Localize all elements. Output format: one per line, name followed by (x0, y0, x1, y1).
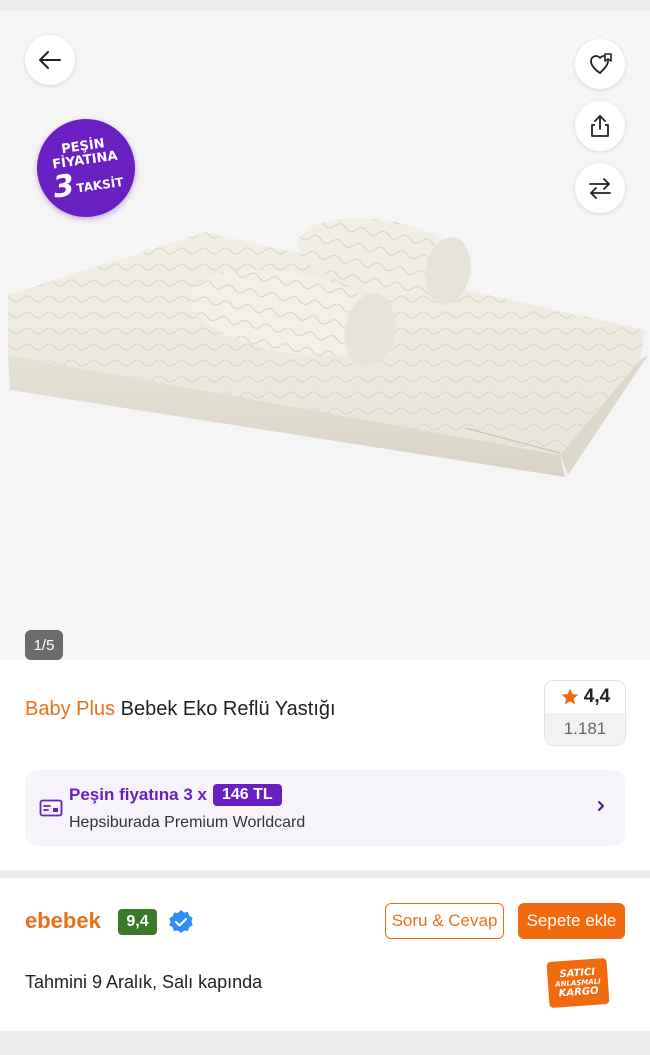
kargo-line3: KARGO (558, 985, 599, 999)
rating-score-row: 4,4 (545, 681, 625, 713)
credit-card-icon (39, 799, 63, 817)
badge-word: TAKSİT (75, 174, 125, 195)
share-icon (591, 115, 609, 137)
heart-bookmark-icon (590, 53, 612, 74)
product-gallery[interactable]: PEŞİN FİYATINA 3 TAKSİT 1/5 (0, 10, 650, 660)
product-name: Bebek Eko Reflü Yastığı (120, 698, 336, 720)
installment-prefix: Peşin fiyatına 3 x (69, 785, 207, 804)
seller-shipping-badge: SATICI ANLAŞMALI KARGO (546, 957, 610, 1009)
product-title: Baby Plus Bebek Eko Reflü Yastığı (25, 698, 336, 721)
star-icon (561, 688, 579, 705)
seller-name-link[interactable]: ebebek (25, 908, 101, 934)
seller-score-badge: 9,4 (118, 909, 157, 935)
product-brand-link[interactable]: Baby Plus (25, 698, 115, 720)
back-button[interactable] (25, 35, 75, 85)
favorite-list-button[interactable] (575, 39, 625, 89)
back-arrow-icon (39, 51, 61, 69)
rating-summary[interactable]: 4,4 1.181 (544, 680, 626, 746)
add-to-cart-button[interactable]: Sepete ekle (518, 903, 625, 939)
card-name: Hepsiburada Premium Worldcard (69, 814, 306, 831)
rating-value: 4,4 (583, 686, 611, 707)
installment-headline: Peşin fiyatına 3 x 146 TL (69, 784, 282, 806)
installment-card-promo[interactable]: Peşin fiyatına 3 x 146 TL Hepsiburada Pr… (25, 770, 625, 846)
image-counter: 1/5 (25, 630, 63, 660)
seller-section: ebebek 9,4 Soru & Cevap Sepete ekle Tahm… (0, 878, 650, 1031)
verified-check-icon (169, 910, 193, 933)
share-button[interactable] (575, 101, 625, 151)
product-image-pillow (8, 218, 648, 477)
review-count: 1.181 (545, 713, 625, 745)
installment-amount: 146 TL (212, 784, 282, 806)
product-info-section: Baby Plus Bebek Eko Reflü Yastığı 4,4 1.… (0, 660, 650, 870)
estimated-delivery: Tahmini 9 Aralık, Salı kapında (25, 972, 263, 992)
chevron-right-icon (598, 801, 604, 811)
qa-button[interactable]: Soru & Cevap (385, 903, 504, 939)
